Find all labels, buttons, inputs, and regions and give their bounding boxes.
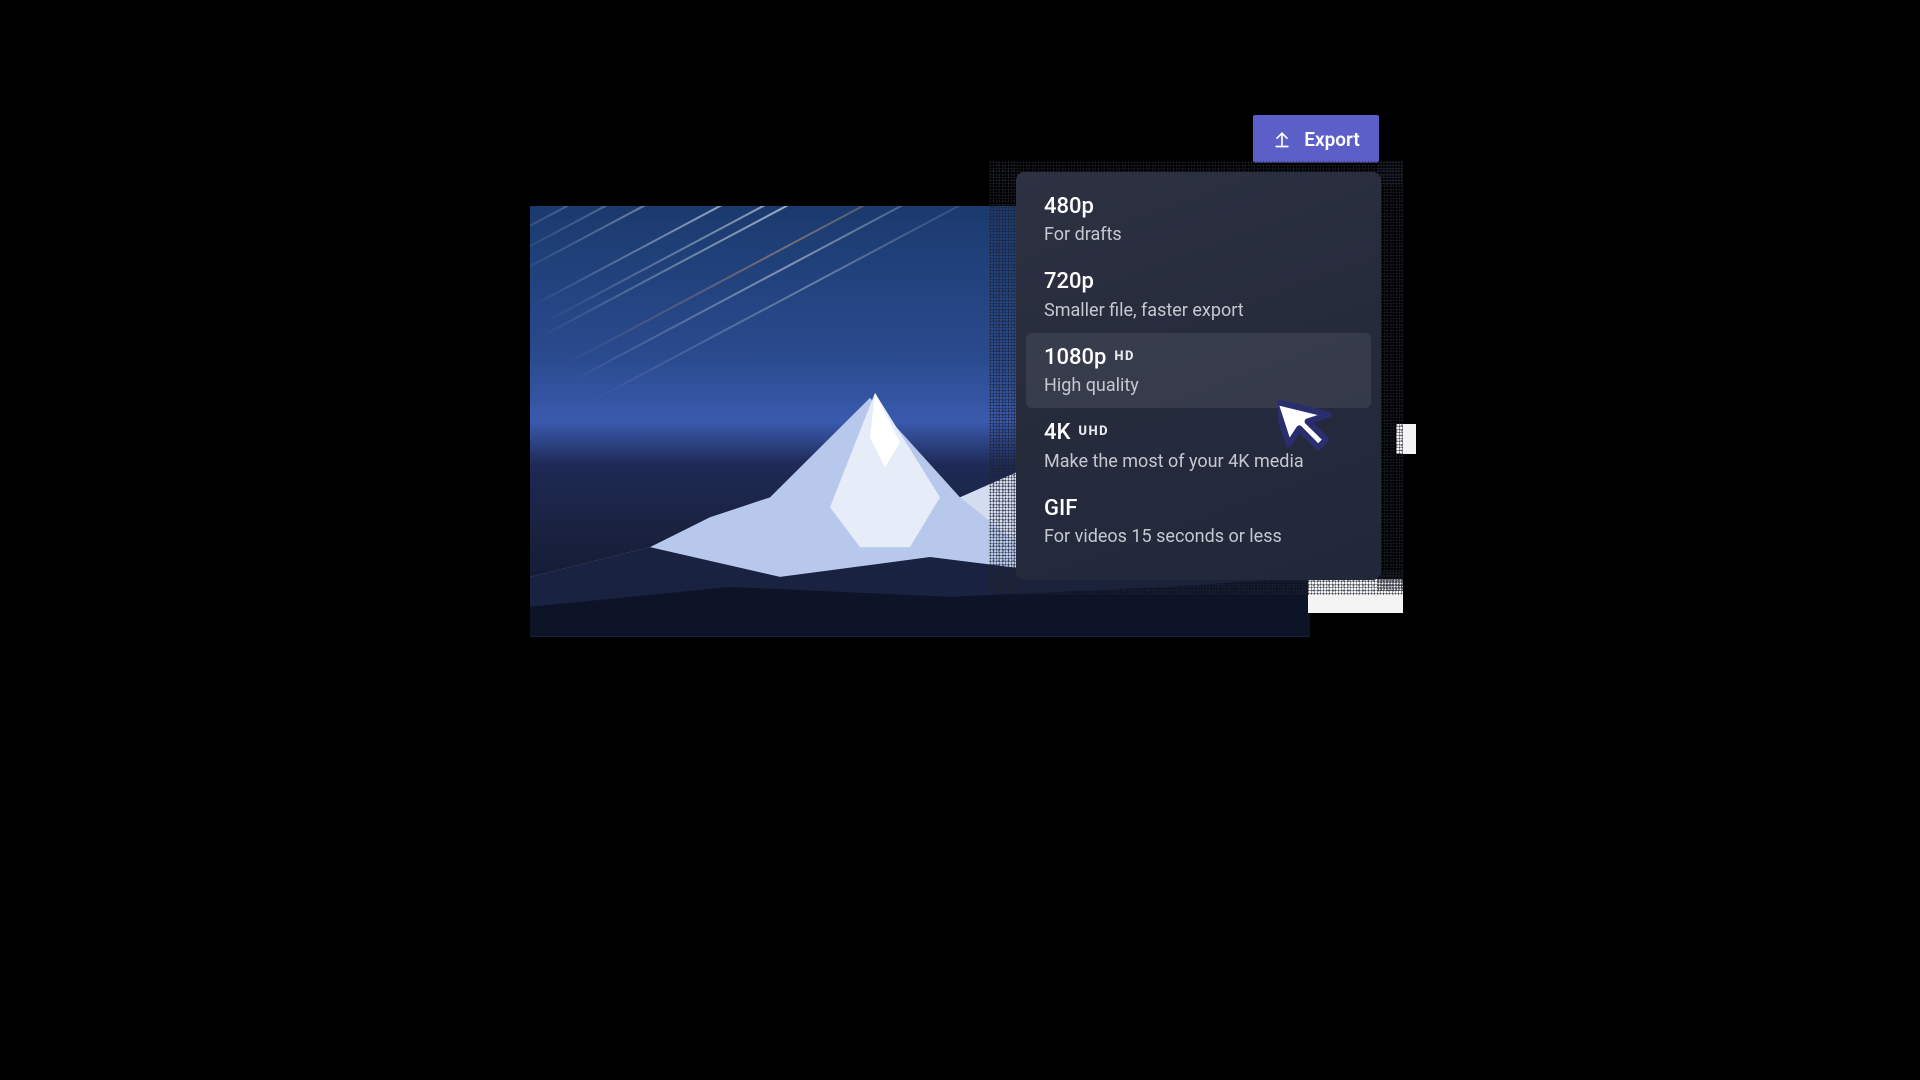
option-title: 1080p bbox=[1044, 345, 1106, 371]
resolution-option-480p[interactable]: 480p For drafts bbox=[1026, 182, 1371, 257]
option-badge-hd: HD bbox=[1114, 349, 1135, 364]
option-title: 4K bbox=[1044, 420, 1070, 446]
resolution-option-720p[interactable]: 720p Smaller file, faster export bbox=[1026, 257, 1371, 332]
panel-edge bbox=[1308, 579, 1403, 613]
option-desc: For drafts bbox=[1044, 224, 1353, 245]
option-title: 720p bbox=[1044, 269, 1094, 295]
option-desc: High quality bbox=[1044, 375, 1353, 396]
resolution-option-1080p[interactable]: 1080p HD High quality bbox=[1026, 333, 1371, 408]
option-desc: Make the most of your 4K media bbox=[1044, 451, 1353, 472]
export-resolution-dropdown[interactable]: 480p For drafts 720p Smaller file, faste… bbox=[1016, 172, 1381, 580]
export-button[interactable]: Export bbox=[1253, 115, 1379, 163]
option-desc: For videos 15 seconds or less bbox=[1044, 526, 1353, 547]
option-desc: Smaller file, faster export bbox=[1044, 300, 1353, 321]
resolution-option-gif[interactable]: GIF For videos 15 seconds or less bbox=[1026, 484, 1371, 559]
option-title: 480p bbox=[1044, 194, 1094, 220]
export-resolution-dropdown-container: 480p For drafts 720p Smaller file, faste… bbox=[989, 161, 1403, 613]
upload-icon bbox=[1272, 129, 1292, 149]
option-badge-uhd: UHD bbox=[1078, 424, 1109, 439]
panel-edge-side bbox=[1396, 424, 1416, 454]
export-button-label: Export bbox=[1304, 128, 1359, 151]
option-title: GIF bbox=[1044, 496, 1077, 522]
resolution-option-4k[interactable]: 4K UHD Make the most of your 4K media bbox=[1026, 408, 1371, 483]
